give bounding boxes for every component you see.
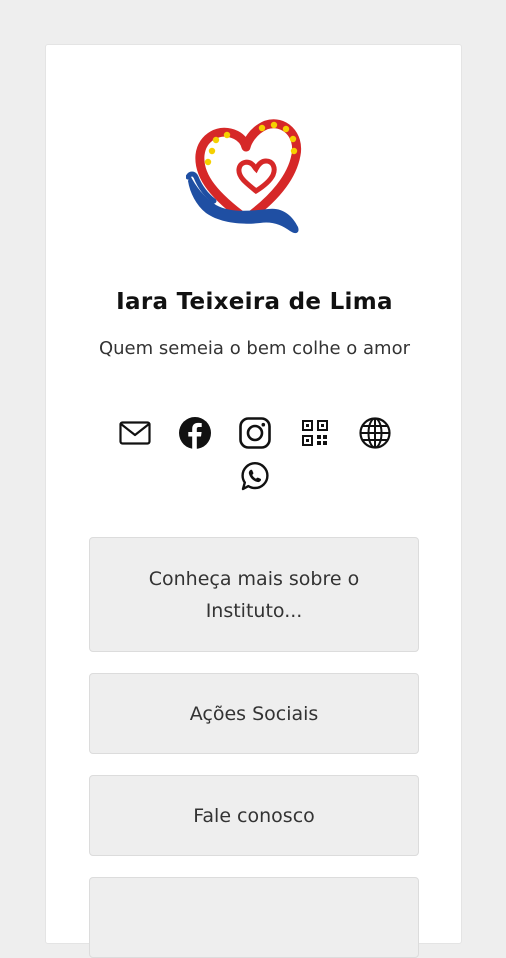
- facebook-icon[interactable]: [178, 416, 212, 450]
- logo-heart-hand-icon: [186, 119, 302, 234]
- profile-bio: Quem semeia o bem colhe o amor: [98, 338, 411, 359]
- link-button-partial[interactable]: [89, 877, 419, 958]
- link-button-acoes-sociais[interactable]: Ações Sociais: [89, 673, 419, 754]
- instagram-icon[interactable]: [238, 416, 272, 450]
- link-button-fale-conosco[interactable]: Fale conosco: [89, 775, 419, 856]
- globe-icon[interactable]: [358, 416, 392, 450]
- link-button-label: Fale conosco: [193, 804, 315, 827]
- social-icons-row: [46, 416, 463, 450]
- qr-code-icon[interactable]: [298, 416, 332, 450]
- link-button-label: Conheça mais sobre o Instituto...: [148, 567, 360, 622]
- link-button-instituto[interactable]: Conheça mais sobre o Instituto...: [89, 537, 419, 652]
- profile-card: Iara Teixeira de Lima Quem semeia o bem …: [45, 44, 463, 958]
- whatsapp-icon[interactable]: [238, 459, 272, 493]
- social-icons-row-2: [46, 459, 463, 493]
- profile-name: Iara Teixeira de Lima: [116, 289, 393, 315]
- link-button-label: Ações Sociais: [189, 702, 319, 725]
- mail-icon[interactable]: [118, 416, 152, 450]
